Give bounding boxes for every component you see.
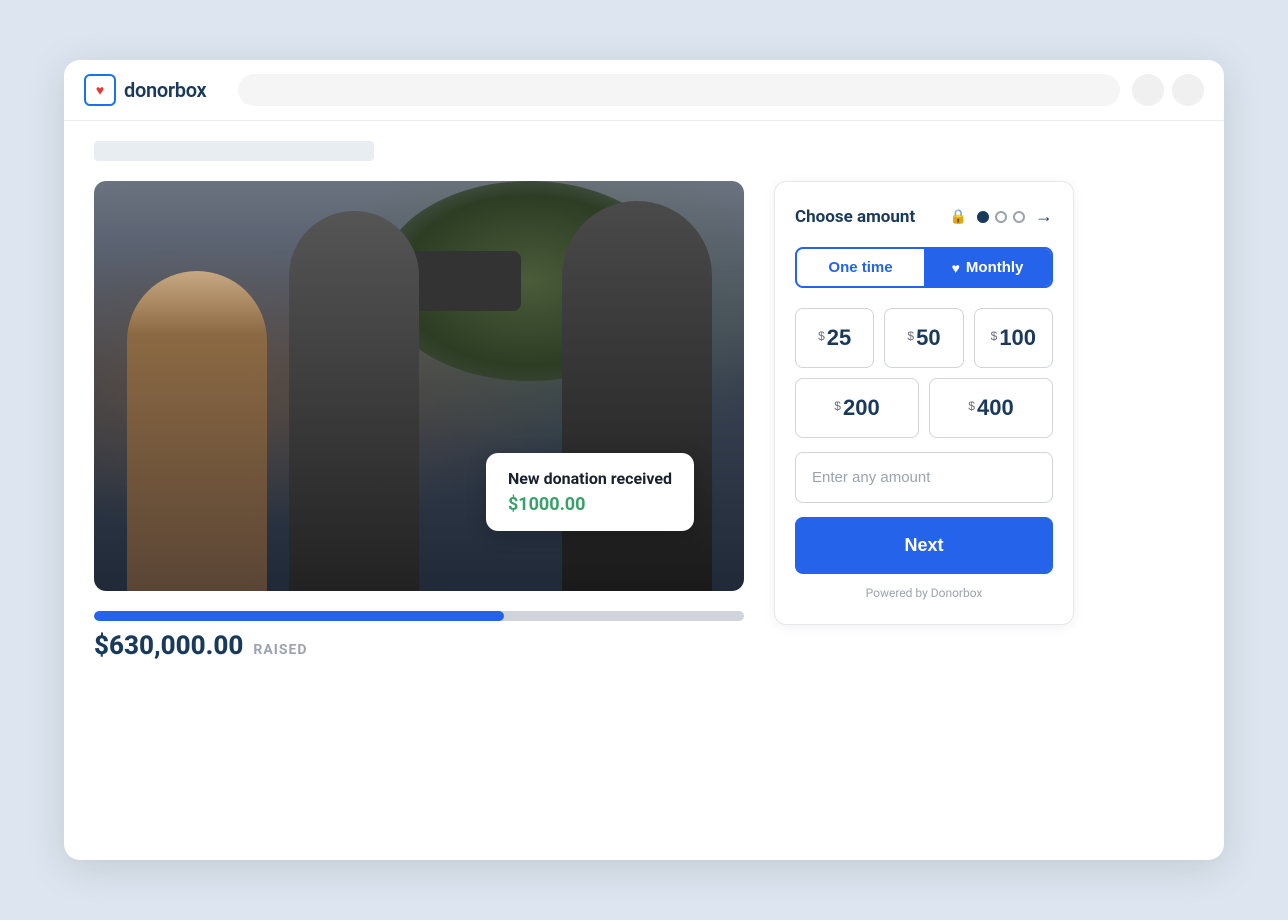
notification-title: New donation received — [508, 469, 672, 488]
page-header-bar — [94, 141, 374, 161]
next-arrow-icon: → — [1035, 206, 1053, 227]
next-button[interactable]: Next — [795, 517, 1053, 574]
logo-area: ♥ donorbox — [84, 74, 206, 106]
browser-toolbar: ♥ donorbox — [64, 60, 1224, 121]
amount-value-1: 25 — [827, 325, 851, 351]
raised-label: RAISED — [253, 642, 307, 658]
step-dot-3 — [1013, 211, 1025, 223]
amount-button-200[interactable]: $ 200 — [795, 378, 919, 438]
amount-grid-row2: $ 200 $ 400 — [795, 378, 1053, 438]
amount-value-5: 400 — [977, 395, 1014, 421]
logo-text: donorbox — [124, 78, 206, 102]
monthly-label: Monthly — [966, 259, 1024, 276]
left-column: New donation received $1000.00 $630,000.… — [94, 181, 744, 661]
currency-symbol-4: $ — [834, 399, 841, 413]
browser-actions — [1132, 74, 1204, 106]
step-dot-2 — [995, 211, 1007, 223]
figure-person-1 — [127, 271, 267, 591]
raised-info: $630,000.00 RAISED — [94, 631, 744, 661]
amount-value-4: 200 — [843, 395, 880, 421]
progress-bar-track — [94, 611, 744, 621]
currency-symbol-1: $ — [818, 329, 825, 343]
monthly-heart-icon: ♥ — [952, 260, 960, 276]
currency-symbol-3: $ — [991, 329, 998, 343]
url-bar[interactable] — [238, 74, 1120, 106]
amount-button-25[interactable]: $ 25 — [795, 308, 874, 368]
panel-header: Choose amount 🔒 → — [795, 206, 1053, 227]
panel-steps: 🔒 → — [950, 206, 1053, 227]
amount-value-3: 100 — [999, 325, 1036, 351]
amount-grid-row1: $ 25 $ 50 $ 100 — [795, 308, 1053, 368]
progress-bar-fill — [94, 611, 504, 621]
monthly-button[interactable]: ♥ Monthly — [924, 249, 1051, 286]
amount-value-2: 50 — [916, 325, 940, 351]
progress-section: $630,000.00 RAISED — [94, 611, 744, 661]
one-time-button[interactable]: One time — [797, 249, 924, 286]
amount-button-50[interactable]: $ 50 — [884, 308, 963, 368]
browser-window: ♥ donorbox — [64, 60, 1224, 860]
frequency-toggle: One time ♥ Monthly — [795, 247, 1053, 288]
right-column: Choose amount 🔒 → One time — [774, 181, 1074, 625]
amount-button-400[interactable]: $ 400 — [929, 378, 1053, 438]
raised-amount: $630,000.00 — [94, 631, 243, 661]
figure-person-2 — [289, 211, 419, 591]
step-dot-1 — [977, 211, 989, 223]
main-layout: New donation received $1000.00 $630,000.… — [94, 181, 1194, 661]
donation-notification: New donation received $1000.00 — [486, 453, 694, 531]
figure-person-3 — [562, 201, 712, 591]
logo-icon: ♥ — [84, 74, 116, 106]
currency-symbol-2: $ — [907, 329, 914, 343]
powered-by: Powered by Donorbox — [795, 586, 1053, 600]
browser-action-1[interactable] — [1132, 74, 1164, 106]
donation-panel: Choose amount 🔒 → One time — [774, 181, 1074, 625]
heart-icon: ♥ — [96, 82, 104, 99]
amount-button-100[interactable]: $ 100 — [974, 308, 1053, 368]
panel-title: Choose amount — [795, 207, 915, 227]
campaign-image: New donation received $1000.00 — [94, 181, 744, 591]
notification-amount: $1000.00 — [508, 494, 672, 515]
currency-symbol-5: $ — [968, 399, 975, 413]
custom-amount-input[interactable] — [795, 452, 1053, 503]
lock-icon: 🔒 — [950, 209, 967, 225]
browser-action-2[interactable] — [1172, 74, 1204, 106]
page-content: New donation received $1000.00 $630,000.… — [64, 121, 1224, 691]
